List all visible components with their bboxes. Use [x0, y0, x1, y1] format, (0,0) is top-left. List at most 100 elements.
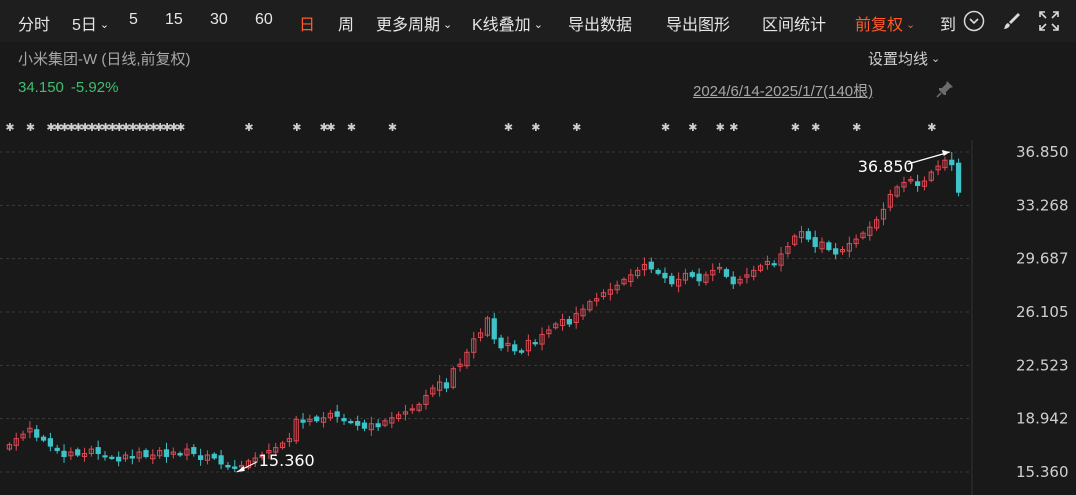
candle[interactable]: [798, 225, 805, 243]
event-marker[interactable]: ✱: [176, 122, 185, 134]
candle[interactable]: [935, 160, 941, 176]
candle[interactable]: [341, 413, 347, 425]
candle[interactable]: [464, 348, 470, 369]
candle[interactable]: [805, 228, 811, 243]
candle[interactable]: [34, 425, 40, 442]
candle[interactable]: [6, 442, 13, 452]
candle[interactable]: [409, 404, 415, 414]
candle[interactable]: [27, 421, 33, 439]
event-marker[interactable]: ✱: [852, 122, 861, 134]
pin-icon[interactable]: [935, 79, 955, 99]
event-marker[interactable]: ✱: [244, 122, 253, 134]
candle[interactable]: [812, 230, 818, 253]
candle[interactable]: [109, 455, 115, 461]
event-marker[interactable]: ✱: [572, 122, 581, 134]
candle[interactable]: [559, 313, 566, 331]
candle[interactable]: [846, 236, 852, 258]
event-marker[interactable]: ✱: [388, 122, 397, 134]
candle[interactable]: [484, 315, 491, 338]
candle[interactable]: [648, 257, 654, 274]
candle[interactable]: [867, 221, 873, 241]
candle[interactable]: [689, 270, 695, 279]
candle[interactable]: [443, 378, 450, 393]
event-marker[interactable]: ✱: [531, 122, 540, 134]
candle[interactable]: [334, 404, 340, 423]
candle[interactable]: [771, 260, 777, 268]
candle[interactable]: [955, 158, 962, 197]
candle[interactable]: [635, 266, 641, 279]
period-5min[interactable]: 5: [129, 11, 138, 29]
event-marker[interactable]: ✱: [688, 122, 697, 134]
event-marker[interactable]: ✱: [347, 122, 356, 134]
candle[interactable]: [61, 444, 67, 463]
candle[interactable]: [177, 451, 183, 458]
candle[interactable]: [518, 348, 525, 355]
candle[interactable]: [348, 419, 354, 425]
period-15min[interactable]: 15: [165, 11, 183, 29]
event-marker[interactable]: ✱: [661, 122, 670, 134]
period-5day[interactable]: 5日 ⌄: [72, 11, 109, 35]
candle[interactable]: [300, 413, 306, 429]
candle[interactable]: [942, 156, 948, 171]
export-data-button[interactable]: 导出数据: [568, 11, 632, 35]
candle[interactable]: [136, 447, 142, 463]
candle[interactable]: [327, 409, 333, 421]
candle[interactable]: [20, 430, 26, 441]
candle[interactable]: [662, 267, 668, 284]
candle[interactable]: [170, 447, 176, 459]
candle[interactable]: [430, 384, 436, 398]
candle[interactable]: [853, 234, 859, 248]
candle[interactable]: [307, 414, 313, 426]
event-marker[interactable]: ✱: [811, 122, 820, 134]
candle[interactable]: [163, 442, 170, 463]
candle[interactable]: [436, 375, 443, 397]
candle[interactable]: [355, 415, 361, 431]
candle[interactable]: [757, 263, 764, 273]
candle[interactable]: [928, 169, 934, 183]
period-daily[interactable]: 日: [299, 11, 315, 35]
candle[interactable]: [40, 434, 47, 443]
k-overlay-dropdown[interactable]: K线叠加 ⌄: [472, 11, 543, 35]
candle[interactable]: [498, 334, 504, 351]
candle[interactable]: [655, 268, 661, 276]
event-marker[interactable]: ✱: [26, 122, 35, 134]
range-stats-button[interactable]: 区间统计: [762, 11, 826, 35]
candle[interactable]: [792, 233, 798, 247]
candle[interactable]: [532, 339, 538, 347]
candle[interactable]: [382, 418, 388, 428]
candle[interactable]: [587, 299, 593, 312]
candle[interactable]: [594, 292, 600, 307]
candle[interactable]: [157, 447, 163, 459]
candle[interactable]: [785, 241, 791, 258]
candle[interactable]: [737, 275, 743, 287]
candle[interactable]: [696, 268, 702, 287]
more-periods-dropdown[interactable]: 更多周期 ⌄: [376, 11, 452, 35]
event-marker[interactable]: ✱: [791, 122, 800, 134]
event-marker[interactable]: ✱: [5, 122, 14, 134]
candle[interactable]: [47, 432, 54, 452]
period-intraday[interactable]: 分时: [18, 11, 50, 35]
candle[interactable]: [641, 257, 648, 276]
candle[interactable]: [839, 246, 846, 255]
period-30min[interactable]: 30: [210, 11, 228, 29]
candle[interactable]: [143, 448, 149, 459]
candle[interactable]: [95, 440, 101, 460]
candle[interactable]: [874, 216, 880, 232]
candle[interactable]: [621, 277, 627, 286]
candlestick-chart[interactable]: ✱ ✱ ✱✱✱✱✱✱✱✱✱✱✱✱✱✱✱✱✱✱✱✱ ✱ ✱ ✱✱ ✱ ✱ ✱ ✱ ✱ ✱ ✱ ✱ ✱ ✱ ✱ ✱ ✱ …: [0, 110, 1076, 495]
candle[interactable]: [245, 458, 252, 470]
brush-icon[interactable]: [1000, 9, 1024, 33]
candle[interactable]: [204, 450, 211, 465]
candle[interactable]: [191, 444, 197, 457]
candle[interactable]: [286, 432, 293, 447]
candle[interactable]: [88, 445, 94, 457]
fullscreen-icon[interactable]: [1037, 9, 1061, 33]
candle[interactable]: [730, 271, 736, 290]
candle[interactable]: [669, 272, 675, 287]
ma-settings-dropdown[interactable]: 设置均线 ⌄: [868, 48, 940, 69]
candle[interactable]: [908, 176, 914, 185]
candle[interactable]: [546, 325, 552, 338]
candle[interactable]: [860, 230, 866, 240]
candle[interactable]: [914, 174, 921, 192]
candle[interactable]: [682, 268, 689, 285]
